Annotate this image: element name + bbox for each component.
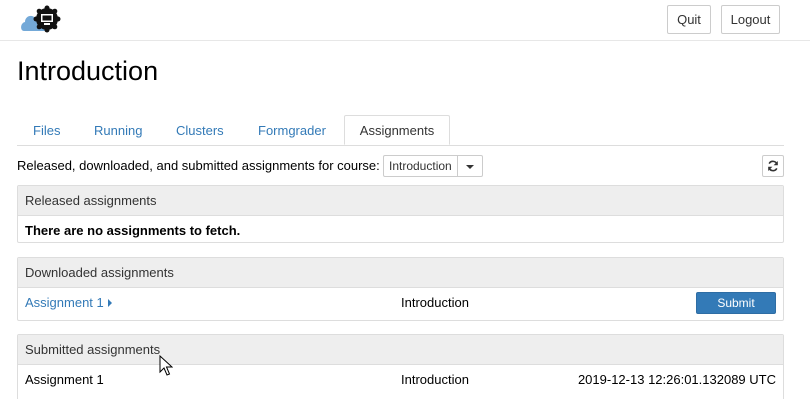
logout-button[interactable]: Logout (721, 5, 780, 34)
course-selector-label: Released, downloaded, and submitted assi… (17, 158, 380, 173)
quit-button[interactable]: Quit (667, 5, 711, 34)
assignment-link[interactable]: Assignment 1 (25, 295, 112, 310)
assignment-course: Introduction (401, 372, 469, 387)
dropdown-divider (457, 156, 458, 176)
course-select-value: Introduction (389, 159, 452, 173)
jupyter-cloud-logo-icon[interactable] (20, 5, 66, 35)
submitted-assignments-panel: Submitted assignments Assignment 1 Intro… (17, 334, 784, 399)
submission-timestamp: 2019-12-13 12:26:01.132089 UTC (577, 372, 776, 387)
top-header: Quit Logout (0, 0, 810, 41)
list-item: Assignment 1 Introduction 2019-12-13 12:… (18, 365, 783, 395)
list-item: There are no assignments to fetch. (18, 216, 783, 246)
downloaded-assignments-heading: Downloaded assignments (18, 258, 783, 288)
released-assignments-heading: Released assignments (18, 186, 783, 216)
course-select-dropdown[interactable]: Introduction (383, 155, 483, 177)
refresh-button[interactable] (762, 155, 784, 177)
assignment-name[interactable]: Assignment 1 (25, 295, 104, 310)
mouse-cursor-icon (159, 354, 174, 380)
assignment-name: Assignment 1 (25, 372, 104, 387)
tab-assignments[interactable]: Assignments (344, 115, 450, 145)
submitted-assignments-heading: Submitted assignments (18, 335, 783, 365)
tab-clusters[interactable]: Clusters (176, 116, 224, 145)
tab-formgrader[interactable]: Formgrader (258, 116, 326, 145)
caret-right-icon[interactable] (107, 299, 112, 307)
downloaded-assignments-panel: Downloaded assignments Assignment 1 Intr… (17, 257, 784, 321)
refresh-icon (768, 160, 778, 172)
list-item: Assignment 1 Introduction Submit (18, 288, 783, 318)
released-assignments-panel: Released assignments There are no assign… (17, 185, 784, 243)
empty-message: There are no assignments to fetch. (25, 223, 241, 238)
page-title: Introduction (17, 56, 159, 86)
tab-bar: Files Running Clusters Formgrader Assign… (17, 115, 784, 146)
assignment-course: Introduction (401, 295, 469, 310)
tab-running[interactable]: Running (94, 116, 142, 145)
chevron-down-icon (466, 165, 474, 169)
submit-button[interactable]: Submit (696, 292, 776, 314)
tab-files[interactable]: Files (33, 116, 60, 145)
